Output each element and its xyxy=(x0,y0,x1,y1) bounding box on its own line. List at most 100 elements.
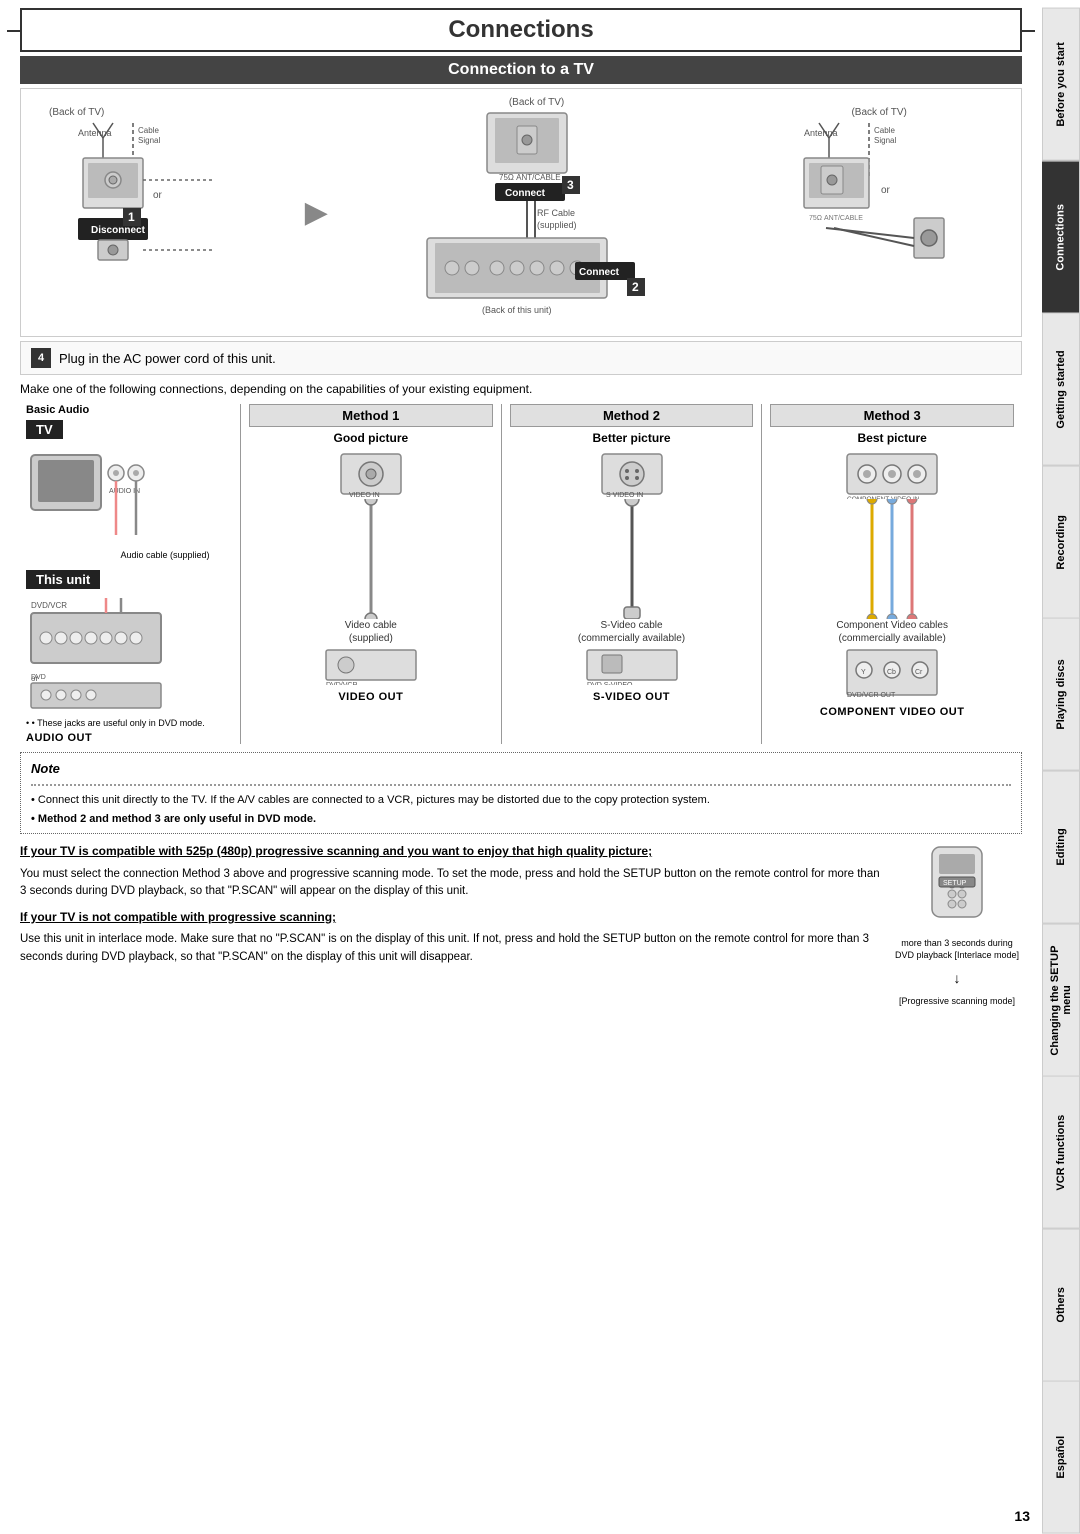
sidebar-tab-espanol[interactable]: Español xyxy=(1042,1381,1080,1534)
sidebar-tab-editing[interactable]: Editing xyxy=(1042,771,1080,924)
svg-text:DVD/VCR OUT: DVD/VCR OUT xyxy=(847,692,896,699)
interlace-mode-svg: SETUP xyxy=(897,842,1017,932)
svg-text:Disconnect: Disconnect xyxy=(91,225,146,236)
svg-text:1: 1 xyxy=(128,210,135,224)
sidebar-tab-connections[interactable]: Connections xyxy=(1042,161,1080,314)
methods-container: Basic Audio TV AUDIO IN Audio cable (sup… xyxy=(20,404,1022,744)
basic-audio-section: Basic Audio TV AUDIO IN Audio cable (sup… xyxy=(20,404,240,744)
progressive-heading2: If your TV is not compatible with progre… xyxy=(20,908,882,927)
method3-column: Method 3 Best picture COMPONENT VIDEO IN xyxy=(761,404,1022,744)
svg-text:(Back of this unit): (Back of this unit) xyxy=(482,305,552,315)
method2-port-label: S-VIDEO OUT xyxy=(593,691,670,703)
tv-connection-diagram: (Back of TV) Antenna Cable Signal xyxy=(20,88,1022,337)
progressive-text2: Use this unit in interlace mode. Make su… xyxy=(20,931,882,966)
back-of-tv-label-middle: (Back of TV) xyxy=(509,97,564,108)
sidebar-tab-changing-setup[interactable]: Changing the SETUP menu xyxy=(1042,924,1080,1077)
svg-text:or: or xyxy=(153,190,163,201)
note-bullet1: • Connect this unit directly to the TV. … xyxy=(31,792,1011,809)
note-divider xyxy=(31,784,1011,786)
svg-text:DVD/VCR: DVD/VCR xyxy=(31,601,67,610)
method3-cables-svg xyxy=(852,499,932,619)
svg-text:S VIDEO IN: S VIDEO IN xyxy=(606,492,643,499)
note-bullet2: • Method 2 and method 3 are only useful … xyxy=(31,811,1011,828)
method3-cable-note: Component Video cables (commercially ava… xyxy=(836,619,948,645)
note-title: Note xyxy=(31,759,1011,779)
svg-text:Signal: Signal xyxy=(138,136,160,145)
method3-quality: Best picture xyxy=(858,431,927,445)
method2-unit-connector-svg: DVD S-VIDEO xyxy=(582,645,682,685)
page-title-bar: Connections xyxy=(20,8,1022,52)
method1-tv-connector-svg: VIDEO IN xyxy=(331,449,411,499)
method1-column: Method 1 Good picture VIDEO IN Video cab… xyxy=(240,404,501,744)
diagram-row: (Back of TV) Antenna Cable Signal xyxy=(29,97,1013,328)
main-content: Connections Connection to a TV (Back of … xyxy=(0,8,1042,1008)
svg-text:Cable: Cable xyxy=(138,126,159,135)
this-unit-label: This unit xyxy=(26,570,100,589)
this-unit-drawing-svg: DVD/VCR or DVD xyxy=(26,593,226,713)
middle-diagram-svg: 75Ω ANT/CABLE Connect 3 RF Cable (suppli… xyxy=(407,108,667,328)
sidebar-tab-before-you-start[interactable]: Before you start xyxy=(1042,8,1080,161)
progressive-images: SETUP more than 3 seconds during DVD pla… xyxy=(892,842,1022,1008)
method3-header: Method 3 xyxy=(770,404,1014,427)
audio-out-port-label: AUDIO OUT xyxy=(26,732,234,744)
svg-text:SETUP: SETUP xyxy=(943,880,967,887)
sidebar-tab-vcr[interactable]: VCR functions xyxy=(1042,1076,1080,1229)
progressive-caption2: [Progressive scanning mode] xyxy=(899,995,1015,1009)
svg-text:Signal: Signal xyxy=(874,136,896,145)
sidebar-tab-getting-started[interactable]: Getting started xyxy=(1042,313,1080,466)
right-sidebar: Before you start Connections Getting sta… xyxy=(1042,8,1080,1534)
svg-text:DVD: DVD xyxy=(31,674,46,681)
svg-text:3: 3 xyxy=(567,178,574,192)
audio-cable-note: Audio cable (supplied) xyxy=(96,550,234,560)
method3-unit-connector-svg: Y Cb Cr DVD/VCR OUT xyxy=(842,645,942,700)
progressive-heading1: If your TV is compatible with 525p (480p… xyxy=(20,842,882,861)
diagram-arrow: ▶ xyxy=(305,195,328,230)
method3-port-label: COMPONENT VIDEO OUT xyxy=(820,706,965,718)
svg-text:75Ω ANT/CABLE: 75Ω ANT/CABLE xyxy=(499,173,561,182)
method2-cable-svg xyxy=(622,499,642,619)
method2-column: Method 2 Better picture S VIDEO IN xyxy=(501,404,762,744)
svg-text:75Ω ANT/CABLE: 75Ω ANT/CABLE xyxy=(809,215,863,222)
right-diagram-svg: Antenna Cable Signal 75Ω ANT/CABLE or xyxy=(799,118,959,318)
svg-text:Connect: Connect xyxy=(579,267,620,278)
method1-unit-connector-svg: DVD/VCR xyxy=(321,645,421,685)
tv-label: TV xyxy=(26,420,63,439)
method1-cable-note: Video cable (supplied) xyxy=(345,619,397,645)
method1-port-label: VIDEO OUT xyxy=(338,691,403,703)
method1-cable-svg xyxy=(361,499,381,619)
interlace-caption: more than 3 seconds during DVD playback … xyxy=(892,938,1022,961)
back-of-tv-label-right: (Back of TV) xyxy=(851,107,906,118)
sidebar-tab-playing-discs[interactable]: Playing discs xyxy=(1042,618,1080,771)
section-header-connection-to-tv: Connection to a TV xyxy=(20,56,1022,84)
svg-text:RF Cable: RF Cable xyxy=(537,208,575,218)
method1-header: Method 1 xyxy=(249,404,493,427)
svg-text:Connect: Connect xyxy=(505,188,546,199)
svg-text:VIDEO IN: VIDEO IN xyxy=(349,492,380,499)
page-title: Connections xyxy=(448,16,593,43)
basic-audio-label: Basic Audio xyxy=(26,404,234,416)
svg-text:or: or xyxy=(881,185,891,196)
tv-drawing-svg: AUDIO IN xyxy=(26,445,206,545)
method2-cable-note: S-Video cable (commercially available) xyxy=(578,619,685,645)
method1-quality: Good picture xyxy=(334,431,409,445)
left-diagram-svg: Antenna Cable Signal Disconnect xyxy=(73,118,253,318)
svg-text:DVD S-VIDEO: DVD S-VIDEO xyxy=(587,682,633,685)
sidebar-tab-others[interactable]: Others xyxy=(1042,1229,1080,1382)
svg-text:DVD/VCR: DVD/VCR xyxy=(326,682,358,685)
svg-text:Cb: Cb xyxy=(887,669,896,676)
svg-text:2: 2 xyxy=(632,280,639,294)
method2-header: Method 2 xyxy=(510,404,754,427)
svg-text:Cr: Cr xyxy=(915,669,923,676)
svg-text:Cable: Cable xyxy=(874,126,895,135)
sidebar-tab-recording[interactable]: Recording xyxy=(1042,466,1080,619)
step4-bar: 4 Plug in the AC power cord of this unit… xyxy=(20,341,1022,375)
step4-number: 4 xyxy=(31,348,51,368)
progressive-arrow: ↓ xyxy=(954,968,961,989)
method2-tv-connector-svg: S VIDEO IN xyxy=(592,449,672,499)
page-number: 13 xyxy=(1014,1508,1030,1524)
progressive-text: If your TV is compatible with 525p (480p… xyxy=(20,842,882,1008)
progressive-section: If your TV is compatible with 525p (480p… xyxy=(20,842,1022,1008)
step4-text: Plug in the AC power cord of this unit. xyxy=(59,351,276,366)
back-of-tv-label-left: (Back of TV) xyxy=(49,107,104,118)
intro-text: Make one of the following connections, d… xyxy=(20,381,1022,398)
